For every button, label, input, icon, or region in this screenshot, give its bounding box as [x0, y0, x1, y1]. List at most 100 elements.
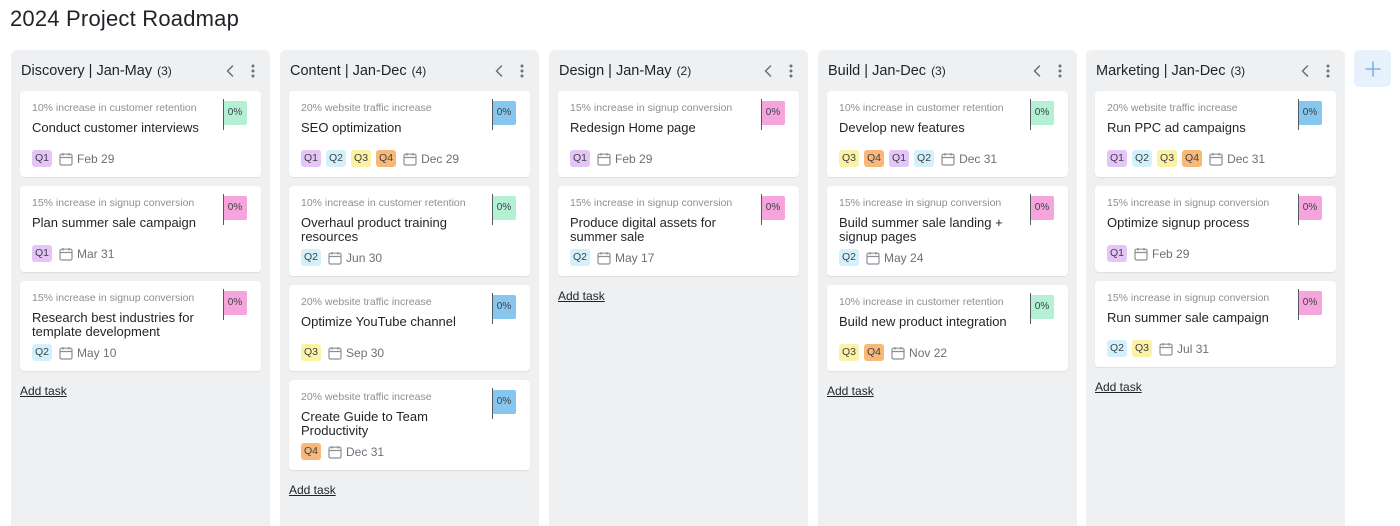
calendar-icon — [597, 152, 611, 166]
due-date: Jun 30 — [328, 251, 382, 265]
calendar-icon — [1134, 247, 1148, 261]
board-column: Discovery | Jan-May (3) 10% increase in cu… — [11, 50, 270, 526]
quarter-tag: Q1 — [1107, 150, 1128, 167]
calendar-icon — [328, 251, 342, 265]
card-list: 10% increase in customer retention Develo… — [827, 91, 1068, 400]
quarter-tag: Q4 — [301, 443, 322, 460]
task-card[interactable]: 20% website traffic increase Optimize You… — [289, 285, 530, 371]
add-task-link[interactable]: Add task — [20, 384, 67, 398]
due-date: May 24 — [866, 251, 923, 265]
task-card[interactable]: 10% increase in customer retention Develo… — [827, 91, 1068, 177]
due-date: Dec 31 — [328, 445, 384, 459]
quarter-tag: Q2 — [914, 150, 935, 167]
quarter-tag: Q1 — [1107, 245, 1128, 262]
task-card[interactable]: 10% increase in customer retention Overha… — [289, 186, 530, 276]
progress-badge: 0% — [1030, 99, 1054, 130]
due-date-text: Feb 29 — [77, 151, 115, 166]
due-date-text: Mar 31 — [77, 246, 115, 261]
plus-icon — [1364, 60, 1381, 77]
calendar-icon — [597, 251, 611, 265]
calendar-icon — [328, 346, 342, 360]
add-task-link[interactable]: Add task — [1095, 380, 1142, 394]
task-card[interactable]: 10% increase in customer retention Build … — [827, 285, 1068, 371]
task-meta: Q3 Q4 Nov 22 — [839, 344, 947, 361]
add-task-link[interactable]: Add task — [289, 483, 336, 497]
task-goal: 20% website traffic increase — [301, 102, 432, 114]
progress-badge: 0% — [223, 289, 247, 320]
column-actions — [492, 62, 529, 80]
due-date: Sep 30 — [328, 346, 384, 360]
progress-badge: 0% — [223, 99, 247, 130]
task-title: Optimize YouTube channel — [301, 314, 456, 329]
quarter-tag: Q3 — [839, 150, 860, 167]
column-actions — [1298, 62, 1335, 80]
task-title: Create Guide to Team Productivity — [301, 409, 428, 438]
due-date-text: Dec 31 — [1227, 151, 1266, 166]
due-date: Feb 29 — [59, 152, 114, 166]
task-goal: 20% website traffic increase — [1107, 102, 1238, 114]
progress-badge: 0% — [223, 194, 247, 225]
add-task-link[interactable]: Add task — [827, 384, 874, 398]
due-date-text: Nov 22 — [909, 345, 948, 360]
task-card[interactable]: 20% website traffic increase SEO optimiza… — [289, 91, 530, 177]
due-date-text: Jul 31 — [1177, 341, 1210, 356]
task-card[interactable]: 15% increase in signup conversion Researc… — [20, 281, 261, 371]
task-goal: 15% increase in signup conversion — [32, 197, 195, 209]
column-task-count: (4) — [411, 64, 427, 78]
collapse-column-button[interactable] — [1030, 62, 1044, 80]
progress-badge: 0% — [1298, 194, 1322, 225]
task-goal: 15% increase in signup conversion — [32, 292, 195, 304]
column-header: Content | Jan-Dec (4) — [290, 61, 529, 81]
task-card[interactable]: 15% increase in signup conversion Build s… — [827, 186, 1068, 276]
task-card[interactable]: 15% increase in signup conversion Run sum… — [1095, 281, 1336, 367]
collapse-column-button[interactable] — [1298, 62, 1312, 80]
quarter-tag: Q2 — [839, 249, 860, 266]
column-menu-button[interactable] — [1321, 62, 1335, 80]
board-column: Design | Jan-May (2) 15% increase in signu… — [549, 50, 808, 526]
more-vertical-icon — [520, 64, 524, 78]
task-card[interactable]: 15% increase in signup conversion Optimiz… — [1095, 186, 1336, 272]
task-card[interactable]: 20% website traffic increase Create Guide… — [289, 380, 530, 470]
progress-badge: 0% — [1030, 293, 1054, 324]
task-card[interactable]: 15% increase in signup conversion Redesig… — [558, 91, 799, 177]
task-title: Produce digital assets for summer sale — [570, 215, 716, 244]
column-menu-button[interactable] — [784, 62, 798, 80]
column-menu-button[interactable] — [1053, 62, 1067, 80]
progress-badge: 0% — [1298, 99, 1322, 130]
collapse-column-button[interactable] — [492, 62, 506, 80]
collapse-column-button[interactable] — [761, 62, 775, 80]
task-card[interactable]: 10% increase in customer retention Conduc… — [20, 91, 261, 177]
progress-badge: 0% — [492, 194, 516, 225]
chevron-left-icon — [1033, 65, 1041, 77]
calendar-icon — [59, 247, 73, 261]
progress-badge: 0% — [492, 388, 516, 419]
column-menu-button[interactable] — [246, 62, 260, 80]
quarter-tag: Q2 — [32, 344, 53, 361]
due-date: Dec 31 — [941, 152, 997, 166]
task-meta: Q1 Feb 29 — [1107, 245, 1189, 262]
collapse-column-button[interactable] — [223, 62, 237, 80]
task-meta: Q1 Feb 29 — [32, 150, 114, 167]
add-column-button[interactable] — [1354, 50, 1391, 87]
column-title: Discovery | Jan-May — [21, 63, 153, 79]
task-meta: Q1 Feb 29 — [570, 150, 652, 167]
task-title: SEO optimization — [301, 120, 402, 135]
chevron-left-icon — [764, 65, 772, 77]
calendar-icon — [1159, 342, 1173, 356]
task-card[interactable]: 20% website traffic increase Run PPC ad c… — [1095, 91, 1336, 177]
column-title: Design | Jan-May — [559, 63, 672, 79]
quarter-tag: Q2 — [1132, 150, 1153, 167]
add-task-link[interactable]: Add task — [558, 289, 605, 303]
column-header: Build | Jan-Dec (3) — [828, 61, 1067, 81]
calendar-icon — [328, 445, 342, 459]
due-date-text: Dec 31 — [346, 444, 385, 459]
column-menu-button[interactable] — [515, 62, 529, 80]
due-date: May 17 — [597, 251, 654, 265]
chevron-left-icon — [226, 65, 234, 77]
task-meta: Q2 Q3 Jul 31 — [1107, 340, 1209, 357]
task-card[interactable]: 15% increase in signup conversion Plan su… — [20, 186, 261, 272]
task-card[interactable]: 15% increase in signup conversion Produce… — [558, 186, 799, 276]
progress-badge: 0% — [1298, 289, 1322, 320]
quarter-tag: Q2 — [1107, 340, 1128, 357]
card-list: 20% website traffic increase SEO optimiza… — [289, 91, 530, 499]
